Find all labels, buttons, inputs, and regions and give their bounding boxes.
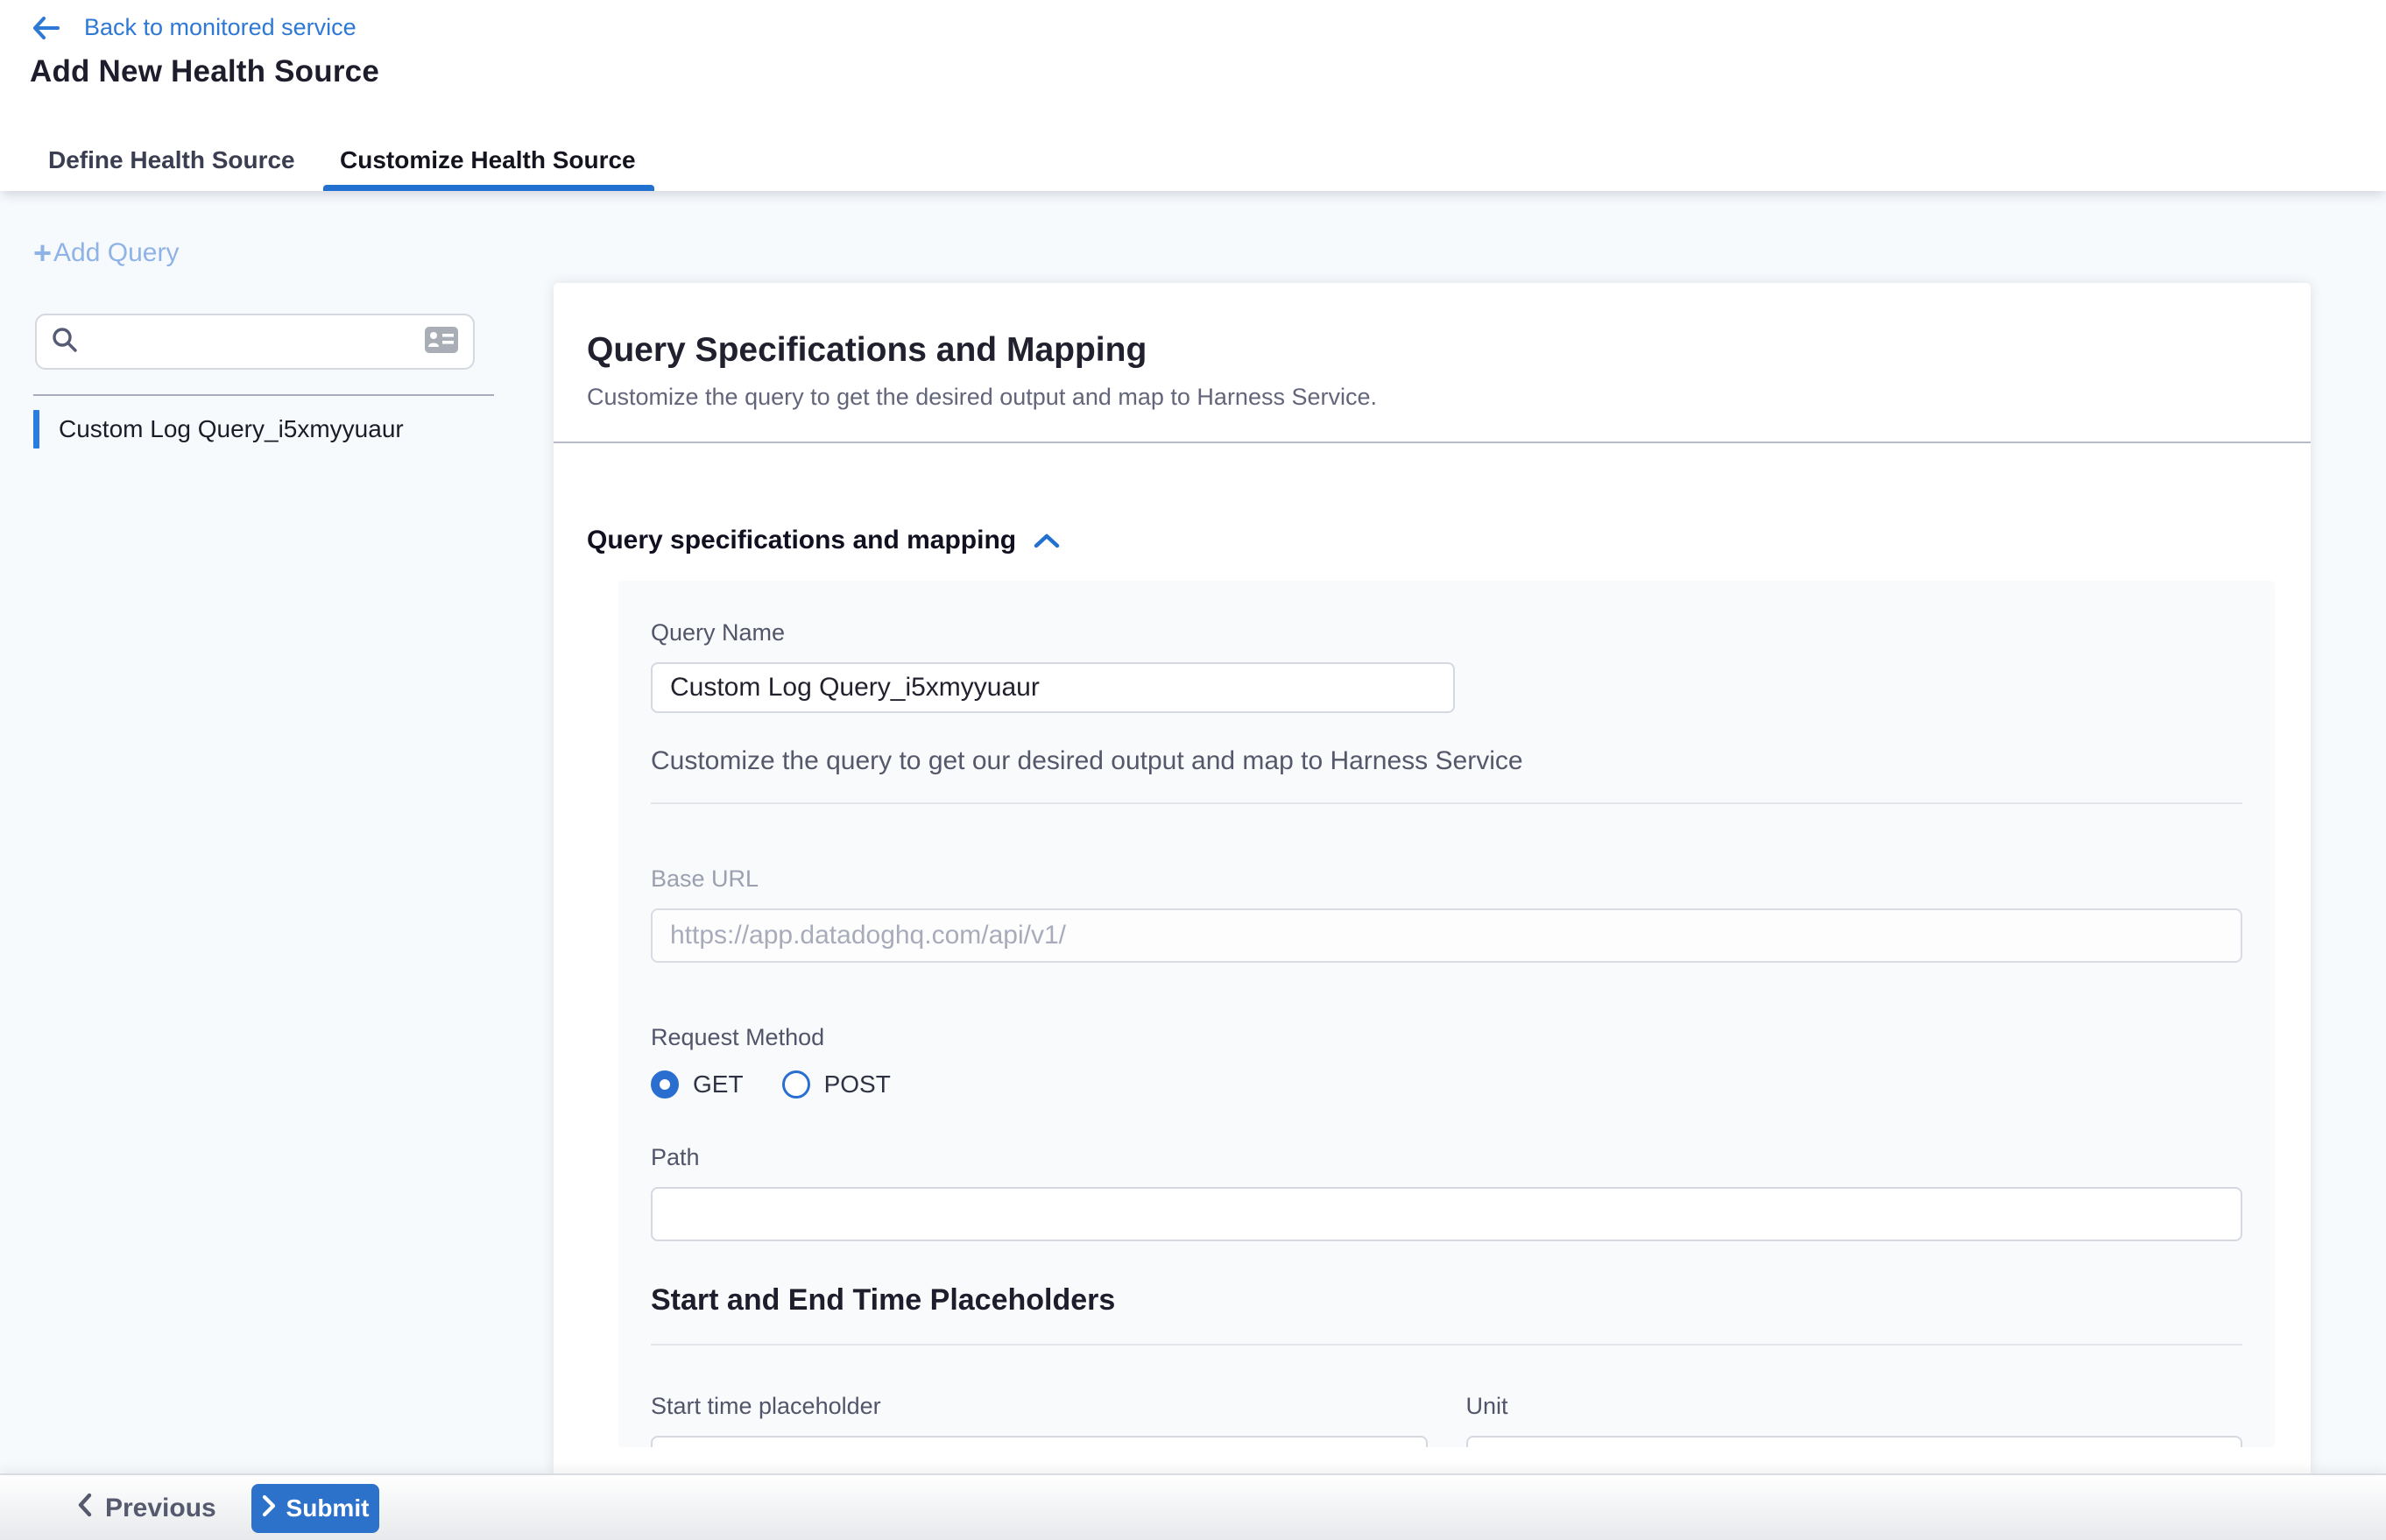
start-time-field: Start time placeholder: [651, 1393, 1428, 1447]
main-panel: Query Specifications and Mapping Customi…: [554, 283, 2311, 1473]
query-form-panel: Query Name Customize the query to get ou…: [618, 581, 2275, 1447]
previous-button[interactable]: Previous: [77, 1475, 216, 1540]
radio-option-post[interactable]: POST: [782, 1070, 891, 1098]
footer-bar: Previous Submit: [0, 1473, 2386, 1540]
query-name-input[interactable]: [651, 662, 1455, 713]
request-method-radio-group: GET POST: [651, 1070, 2242, 1098]
radio-post-label: POST: [824, 1070, 891, 1098]
query-search-box[interactable]: [35, 314, 475, 370]
sidebar-divider: [33, 394, 494, 396]
add-query-label: Add Query: [53, 238, 179, 268]
arrow-left-icon: [32, 16, 60, 40]
placeholders-heading: Start and End Time Placeholders: [651, 1283, 2242, 1317]
tab-bar: Define Health Source Customize Health So…: [0, 130, 2386, 191]
previous-button-label: Previous: [105, 1494, 216, 1523]
radio-option-get[interactable]: GET: [651, 1070, 744, 1098]
query-list-item[interactable]: Custom Log Query_i5xmyyuaur: [33, 408, 506, 450]
unit-select[interactable]: Seconds: [1466, 1436, 2243, 1447]
panel-subtitle: Customize the query to get the desired o…: [587, 384, 2277, 411]
submit-button-label: Submit: [286, 1494, 370, 1522]
panel-header: Query Specifications and Mapping Customi…: [554, 283, 2311, 443]
selected-indicator-bar: [33, 410, 39, 449]
placeholders-divider: [651, 1344, 2242, 1346]
page: Back to monitored service Add New Health…: [0, 0, 2386, 1540]
placeholders-row: Start time placeholder Unit Seconds: [651, 1393, 2242, 1447]
saved-searches-icon[interactable]: [424, 326, 459, 358]
top-header: Back to monitored service Add New Health…: [0, 0, 2386, 130]
page-title: Add New Health Source: [30, 54, 379, 89]
section-toggle[interactable]: Query specifications and mapping: [587, 526, 1060, 555]
submit-button[interactable]: Submit: [251, 1484, 379, 1533]
query-name-label: Query Name: [651, 619, 2242, 646]
back-link-label: Back to monitored service: [84, 14, 356, 41]
back-link[interactable]: Back to monitored service: [32, 14, 356, 41]
unit-field: Unit Seconds: [1466, 1393, 2243, 1447]
form-divider: [651, 802, 2242, 804]
search-icon: [51, 326, 79, 358]
request-method-label: Request Method: [651, 1024, 2242, 1051]
radio-get-icon: [651, 1070, 679, 1098]
start-time-label: Start time placeholder: [651, 1393, 1428, 1420]
tab-customize-health-source[interactable]: Customize Health Source: [340, 130, 636, 191]
plus-icon: +: [33, 240, 52, 266]
base-url-label: Base URL: [651, 865, 2242, 893]
chevron-right-icon: [262, 1494, 276, 1523]
active-tab-underline: [323, 185, 654, 191]
panel-title: Query Specifications and Mapping: [587, 331, 2277, 370]
add-query-button[interactable]: + Add Query: [33, 238, 179, 268]
chevron-left-icon: [77, 1493, 93, 1524]
radio-post-icon: [782, 1070, 810, 1098]
base-url-input[interactable]: [651, 908, 2242, 963]
unit-label: Unit: [1466, 1393, 2243, 1420]
query-list-item-label: Custom Log Query_i5xmyyuaur: [59, 415, 404, 443]
tab-define-health-source[interactable]: Define Health Source: [48, 130, 295, 191]
path-input[interactable]: [651, 1187, 2242, 1241]
radio-get-label: GET: [693, 1070, 744, 1098]
chevron-up-icon: [1016, 533, 1060, 548]
section-title: Query specifications and mapping: [587, 526, 1016, 555]
query-help-text: Customize the query to get our desired o…: [651, 746, 2242, 776]
start-time-input[interactable]: [651, 1436, 1428, 1447]
search-input[interactable]: [91, 328, 412, 356]
path-label: Path: [651, 1144, 2242, 1171]
